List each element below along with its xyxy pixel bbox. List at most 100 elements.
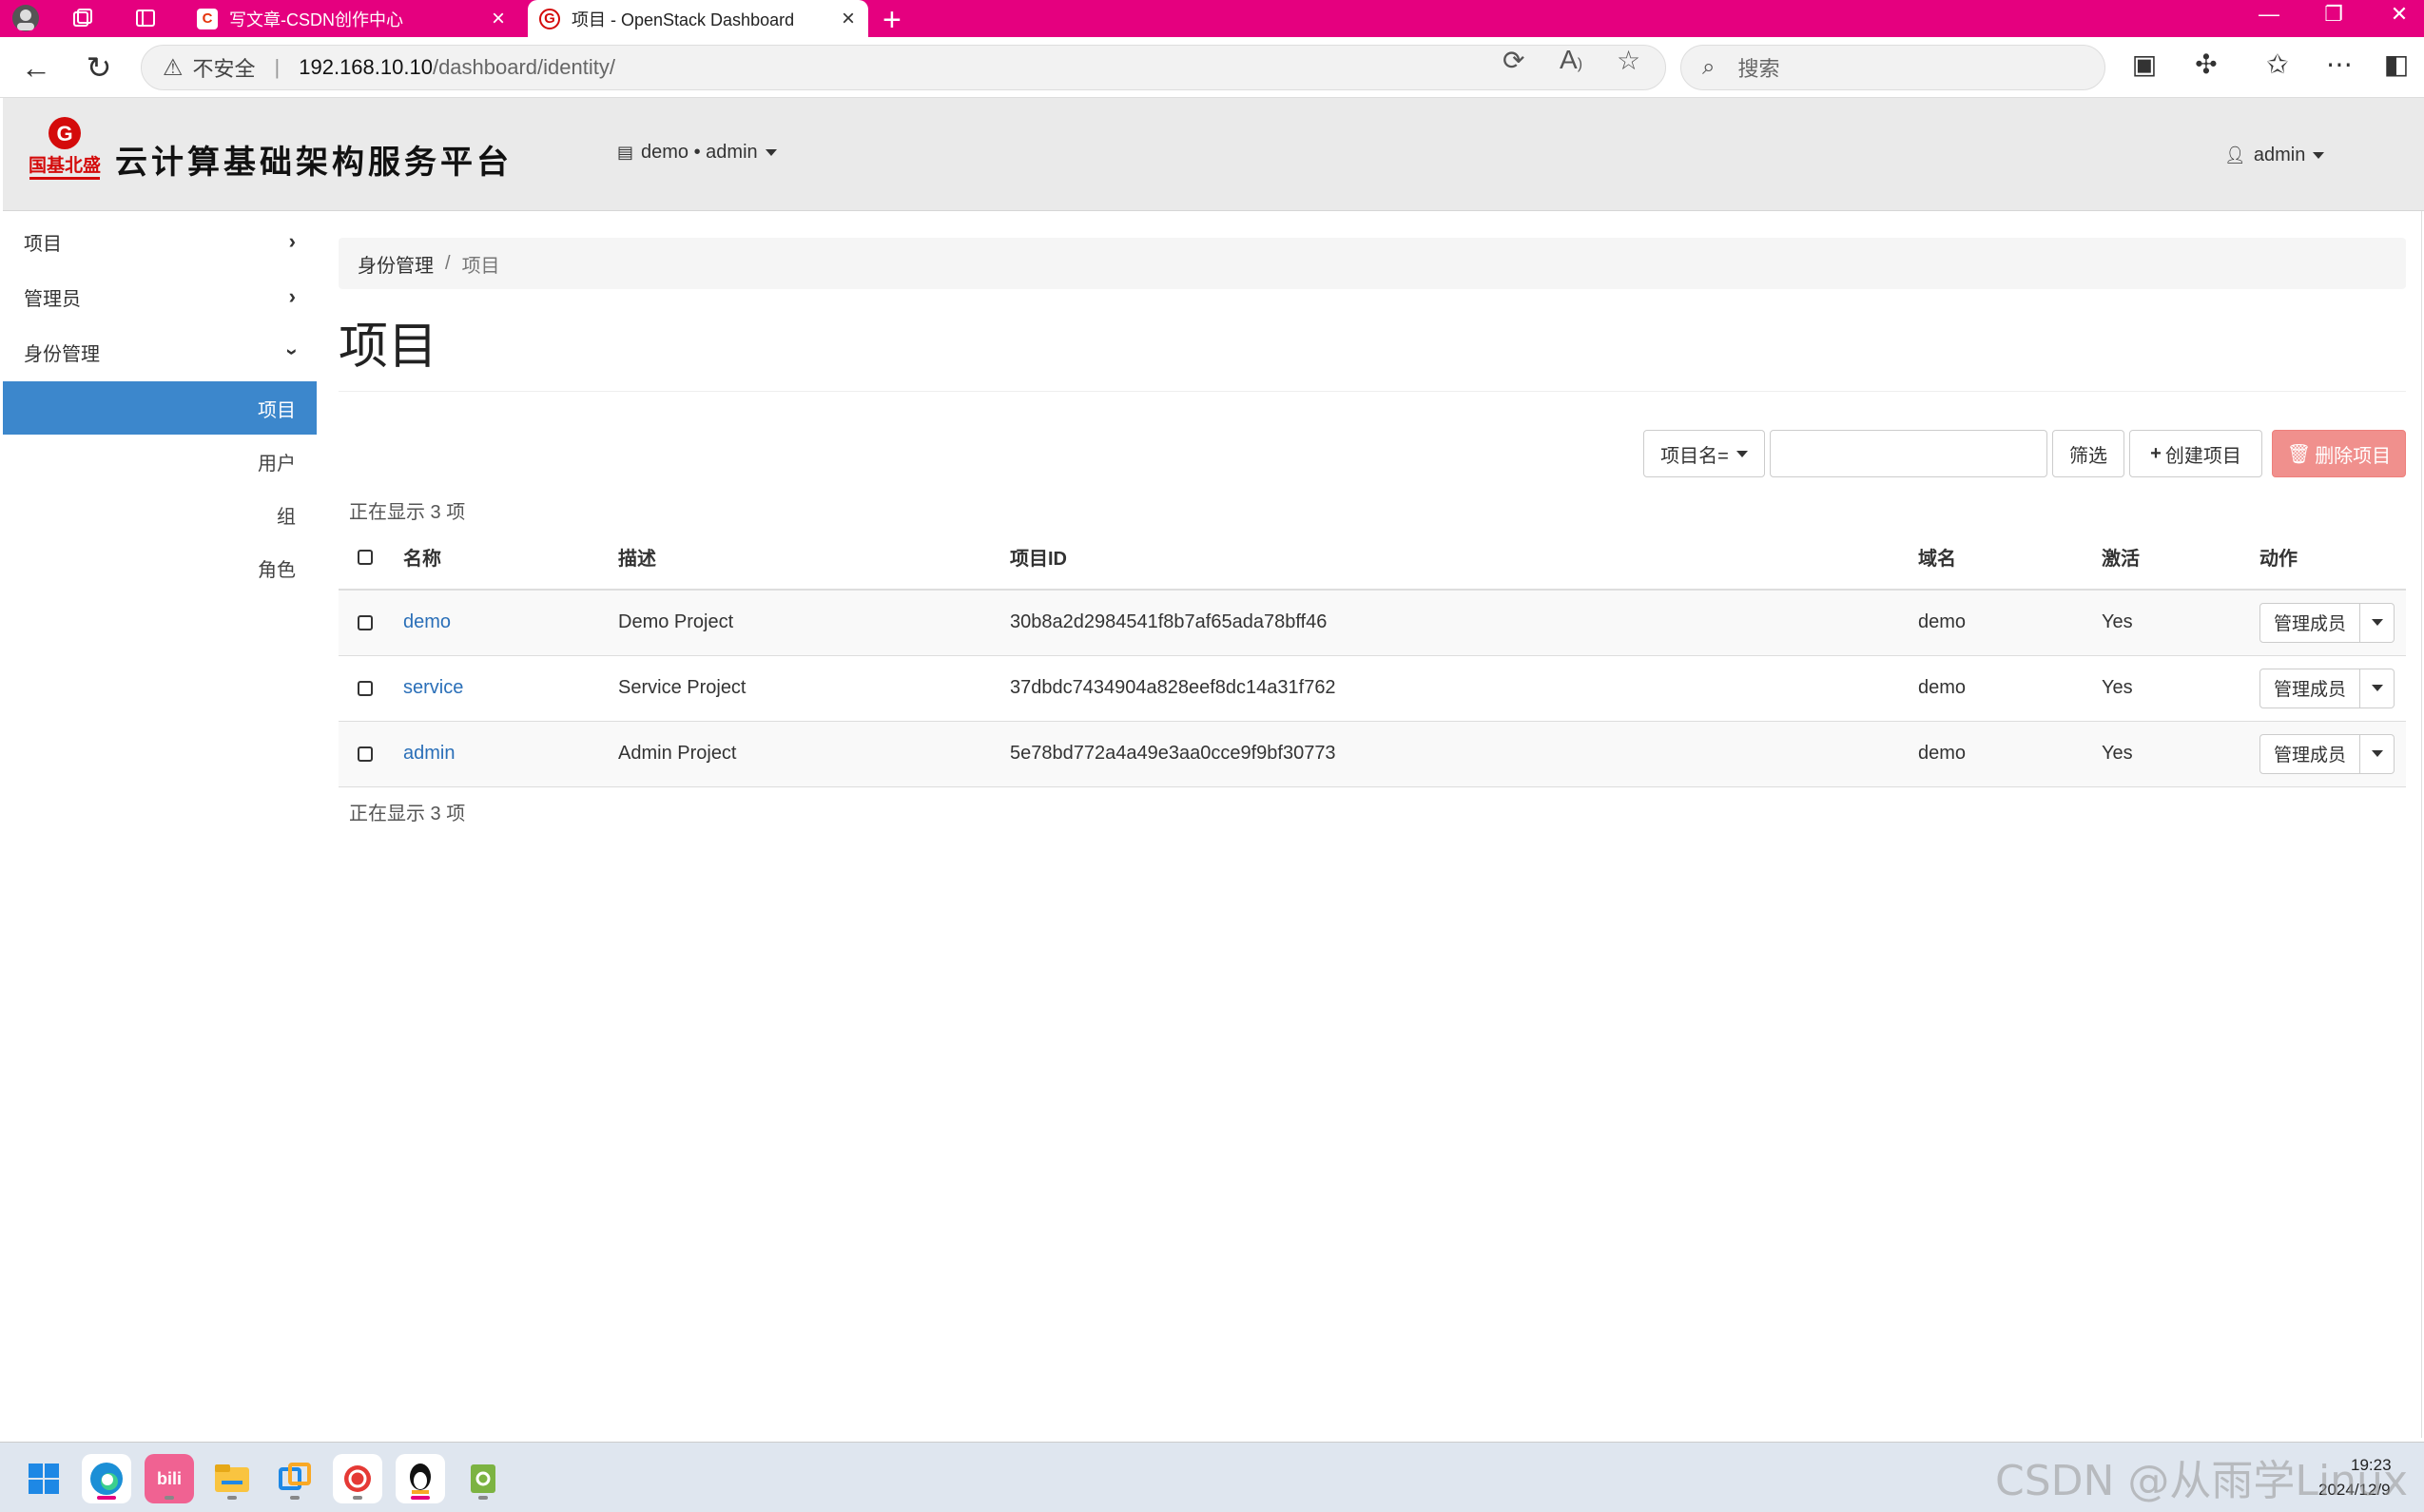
select-all-checkbox[interactable]: [358, 549, 373, 565]
breadcrumb-parent[interactable]: 身份管理: [358, 250, 434, 278]
create-project-button[interactable]: + 创建项目: [2129, 430, 2262, 477]
project-name-link[interactable]: demo: [403, 611, 451, 632]
item-count-top: 正在显示 3 项: [349, 502, 466, 523]
window-close-icon[interactable]: ✕: [2380, 2, 2418, 27]
file-explorer-icon[interactable]: [207, 1454, 257, 1503]
windows-start-icon[interactable]: [19, 1454, 68, 1503]
favorites-icon[interactable]: ✩: [2259, 48, 2297, 80]
chevron-right-icon: ›: [288, 229, 296, 253]
sidebar-item-project[interactable]: 项目 ›: [3, 214, 317, 269]
search-placeholder: 搜索: [1737, 57, 1780, 81]
open-app-indicator: [227, 1496, 237, 1500]
favorite-star-icon[interactable]: ☆: [1617, 45, 1640, 76]
reload-icon[interactable]: ↻: [80, 48, 118, 87]
sidebar-subitem-label: 组: [277, 506, 296, 528]
sidebar-subitem-users[interactable]: 用户: [3, 435, 317, 488]
read-aloud-icon[interactable]: A): [1560, 45, 1582, 75]
row-checkbox[interactable]: [358, 680, 373, 696]
page-title: 项目: [339, 320, 438, 375]
manage-members-button[interactable]: 管理成员: [2259, 602, 2361, 643]
project-name-link[interactable]: service: [403, 677, 463, 698]
project-name-link[interactable]: admin: [403, 743, 455, 764]
breadcrumb: 身份管理 / 项目: [339, 238, 2406, 289]
sidebar-subitem-label: 用户: [258, 453, 296, 475]
search-input[interactable]: ⌕ 搜索: [1680, 45, 2105, 90]
sidebar-item-label: 项目: [24, 233, 62, 255]
delete-project-button[interactable]: 🗑︎ 删除项目: [2272, 430, 2406, 477]
sidebar-item-admin[interactable]: 管理员 ›: [3, 269, 317, 324]
table-header-row: 名称 描述 项目ID 域名 激活 动作: [339, 525, 2406, 591]
delete-project-label: 删除项目: [2315, 445, 2392, 467]
brand-logo[interactable]: G 国基北盛: [22, 112, 107, 188]
filter-field-label: 项目名=: [1660, 445, 1729, 467]
row-actions-cell: 管理成员: [2259, 721, 2406, 787]
address-bar[interactable]: ⚠ 不安全 | 192.168.10.10/dashboard/identity…: [141, 45, 1666, 90]
project-enabled: Yes: [2102, 721, 2259, 787]
project-id: 37dbdc7434904a828eef8dc14a31f762: [1010, 655, 1918, 722]
sidebar-item-identity[interactable]: 身份管理 ›: [3, 324, 317, 379]
row-actions-dropdown[interactable]: [2360, 733, 2395, 774]
filter-field-dropdown[interactable]: 项目名=: [1643, 430, 1765, 477]
sidebar-subitem-groups[interactable]: 组: [3, 488, 317, 541]
manage-members-button[interactable]: 管理成员: [2259, 668, 2361, 708]
vertical-tabs-icon[interactable]: [131, 4, 160, 32]
table-row: service Service Project 37dbdc7434904a82…: [339, 655, 2406, 722]
column-header-domain[interactable]: 域名: [1918, 525, 2102, 591]
project-id: 5e78bd772a4a49e3aa0cce9f9bf30773: [1010, 721, 1918, 787]
profile-avatar-icon[interactable]: [11, 4, 40, 32]
extensions-puzzle-icon[interactable]: ✣: [2187, 48, 2225, 80]
green-app-icon[interactable]: [458, 1454, 508, 1503]
plus-icon: +: [2150, 442, 2162, 464]
user-menu-label: admin: [2253, 145, 2306, 165]
project-selector[interactable]: ▤ demo • admin: [617, 142, 777, 164]
sidebar-subitem-label: 项目: [258, 399, 296, 421]
back-arrow-icon[interactable]: ←: [17, 48, 55, 87]
close-icon[interactable]: ×: [492, 6, 505, 32]
column-header-id[interactable]: 项目ID: [1010, 525, 1918, 591]
column-header-name[interactable]: 名称: [403, 525, 618, 591]
column-header-description[interactable]: 描述: [618, 525, 1010, 591]
tab-openstack[interactable]: G 项目 - OpenStack Dashboard ×: [528, 0, 868, 37]
row-actions-dropdown[interactable]: [2360, 602, 2395, 643]
row-actions-dropdown[interactable]: [2360, 668, 2395, 708]
filter-button-label: 筛选: [2069, 445, 2107, 467]
media-icon[interactable]: ▣: [2125, 48, 2163, 80]
restore-icon[interactable]: ❐: [2315, 2, 2353, 27]
active-app-indicator: [411, 1496, 430, 1500]
warning-icon[interactable]: ⚠: [163, 54, 184, 82]
logo-text: 国基北盛: [29, 154, 101, 176]
more-menu-icon[interactable]: ⋯: [2320, 48, 2358, 80]
caret-down-icon: [765, 149, 777, 156]
tab-csdn[interactable]: C 写文章-CSDN创作中心 ×: [185, 0, 518, 37]
edge-browser-icon[interactable]: [82, 1454, 131, 1503]
manage-members-button[interactable]: 管理成员: [2259, 733, 2361, 774]
project-domain: demo: [1918, 721, 2102, 787]
row-checkbox[interactable]: [358, 746, 373, 762]
create-project-label: 创建项目: [2164, 445, 2241, 467]
projects-table: 名称 描述 项目ID 域名 激活 动作 demo Demo Project 30…: [339, 525, 2406, 787]
workspaces-icon[interactable]: [68, 4, 97, 32]
sidebar-subitem-projects[interactable]: 项目: [3, 381, 317, 435]
close-icon[interactable]: ×: [842, 6, 855, 32]
user-menu[interactable]: 👤︎ admin: [2224, 145, 2325, 166]
row-action-group: 管理成员: [2259, 602, 2395, 643]
column-header-enabled[interactable]: 激活: [2102, 525, 2259, 591]
vmware-icon[interactable]: [270, 1454, 320, 1503]
filter-button[interactable]: 筛选: [2052, 430, 2124, 477]
project-id: 30b8a2d2984541f8b7af65ada78bff46: [1010, 590, 1918, 656]
row-checkbox[interactable]: [358, 614, 373, 630]
search-icon: ⌕: [1702, 54, 1716, 80]
sidebar-toggle-icon[interactable]: ◧: [2377, 48, 2415, 80]
translate-icon[interactable]: ⟳: [1503, 45, 1524, 76]
snail-app-icon[interactable]: [333, 1454, 382, 1503]
sidebar-subitem-roles[interactable]: 角色: [3, 541, 317, 594]
new-tab-plus-icon[interactable]: +: [882, 2, 902, 39]
caret-down-icon: [2313, 152, 2325, 159]
qq-penguin-icon[interactable]: [396, 1454, 445, 1503]
user-icon: 👤︎: [2224, 145, 2246, 165]
caret-down-icon: [2371, 685, 2383, 691]
minimize-icon[interactable]: —: [2250, 2, 2288, 27]
bilibili-icon[interactable]: bili: [145, 1454, 194, 1503]
security-label[interactable]: 不安全: [193, 52, 256, 83]
filter-input[interactable]: [1770, 430, 2047, 477]
